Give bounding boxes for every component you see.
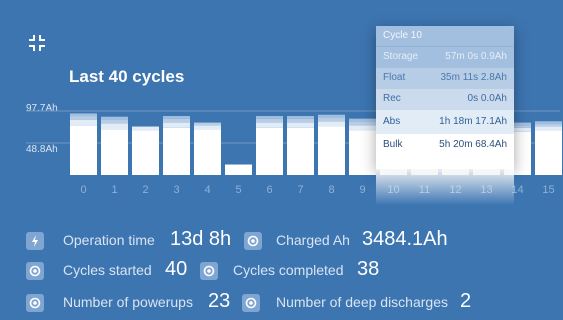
bar-segment-storage	[163, 116, 190, 119]
bar-segment-bulk	[225, 164, 252, 175]
bar-segment-abs	[318, 121, 345, 127]
bar-segment-abs	[132, 126, 159, 131]
bar-segment-float	[535, 123, 562, 127]
bar-segment-float	[349, 121, 376, 126]
bar-segment-storage	[535, 121, 562, 124]
cycles-started-value: 40	[165, 258, 188, 280]
bar-segment-bulk	[349, 130, 376, 175]
bar-segment-bulk	[318, 126, 345, 175]
bar-segment-bulk	[194, 129, 221, 175]
operation-time-value: 13d 8h	[170, 228, 232, 250]
deep-discharges-value: 2	[460, 290, 472, 312]
bar-segment-storage	[256, 116, 283, 119]
x-tick-label: 5	[235, 184, 241, 196]
target-icon	[200, 262, 218, 280]
bar-cycle-1[interactable]	[101, 116, 128, 175]
x-tick-label: 15	[542, 184, 554, 196]
x-tick-label: 9	[359, 184, 365, 196]
x-tick-label: 3	[173, 184, 179, 196]
bar-segment-bulk	[535, 130, 562, 175]
tooltip-value: 5h 20m 68.4Ah	[439, 139, 507, 150]
bar-segment-float	[70, 116, 97, 120]
bar-segment-abs	[256, 122, 283, 128]
bar-segment-abs	[70, 119, 97, 126]
target-icon	[26, 294, 44, 312]
x-tick-label: 0	[80, 184, 86, 196]
bar-segment-float	[101, 119, 128, 124]
bar-segment-float	[256, 118, 283, 123]
bar-segment-float	[287, 118, 314, 123]
bar-segment-float	[318, 117, 345, 122]
cycles-completed-value: 38	[357, 258, 380, 280]
tooltip-title-row: Cycle 10	[376, 26, 514, 46]
cycles-completed-label: Cycles completed	[233, 262, 344, 278]
tooltip-value: 35m 11s 2.8Ah	[440, 72, 507, 83]
tooltip-row-rec: Rec 0s 0.0Ah	[376, 88, 514, 109]
bar-segment-bulk	[101, 129, 128, 175]
bar-segment-abs	[535, 126, 562, 131]
bar-segment-abs	[101, 123, 128, 130]
bar-cycle-2[interactable]	[132, 126, 159, 175]
bar-segment-float	[194, 122, 221, 126]
bar-segment-abs	[163, 122, 190, 128]
bar-segment-abs	[194, 125, 221, 130]
bar-cycle-3[interactable]	[163, 116, 190, 175]
bar-cycle-0[interactable]	[70, 113, 97, 175]
bar-segment-bulk	[70, 125, 97, 175]
tooltip-label: Bulk	[383, 139, 403, 150]
bar-segment-abs	[349, 125, 376, 131]
bar-cycle-8[interactable]	[318, 114, 345, 175]
tooltip-label: Float	[383, 72, 406, 83]
tooltip-row-bulk: Bulk 5h 20m 68.4Ah	[376, 134, 514, 169]
tooltip-label: Storage	[383, 51, 419, 62]
bar-segment-storage	[70, 113, 97, 117]
bar-segment-storage	[349, 118, 376, 122]
tooltip-value: 1h 18m 17.1Ah	[439, 116, 507, 127]
bar-segment-float	[163, 118, 190, 123]
tooltip-label: Abs	[383, 116, 401, 127]
tooltip-row-float: Float 35m 11s 2.8Ah	[376, 67, 514, 88]
x-tick-label: 2	[142, 184, 148, 196]
tooltip-row-storage: Storage 57m 0s 0.9Ah	[376, 46, 514, 67]
charged-ah-label: Charged Ah	[276, 232, 350, 248]
tooltip-fade	[376, 169, 514, 205]
bar-segment-bulk	[287, 127, 314, 175]
deep-discharges-label: Number of deep discharges	[276, 294, 448, 310]
bar-segment-storage	[101, 116, 128, 120]
bar-cycle-15[interactable]	[535, 121, 562, 175]
bar-segment-abs	[287, 122, 314, 128]
target-icon	[26, 262, 44, 280]
x-tick-label: 1	[111, 184, 117, 196]
bar-cycle-6[interactable]	[256, 116, 283, 175]
bar-cycle-5[interactable]	[225, 164, 252, 175]
cycle-tooltip: Cycle 10 Storage 57m 0s 0.9Ah Float 35m …	[376, 26, 514, 205]
x-tick-label: 7	[297, 184, 303, 196]
tooltip-value: 57m 0s 0.9Ah	[445, 51, 507, 62]
lightning-icon	[26, 232, 44, 250]
tooltip-title: Cycle 10	[383, 30, 422, 41]
tooltip-row-abs: Abs 1h 18m 17.1Ah	[376, 109, 514, 134]
number-of-powerups-label: Number of powerups	[63, 294, 193, 310]
bar-segment-storage	[318, 114, 345, 118]
target-icon	[242, 294, 260, 312]
bar-segment-bulk	[132, 130, 159, 175]
charged-ah-value: 3484.1Ah	[362, 228, 448, 250]
bar-cycle-4[interactable]	[194, 122, 221, 175]
tooltip-label: Rec	[383, 93, 401, 104]
x-tick-label: 4	[204, 184, 210, 196]
x-tick-label: 8	[328, 184, 334, 196]
tooltip-value: 0s 0.0Ah	[467, 93, 507, 104]
bar-segment-bulk	[256, 127, 283, 175]
x-tick-label: 6	[266, 184, 272, 196]
cycles-started-label: Cycles started	[63, 262, 152, 278]
number-of-powerups-value: 23	[208, 290, 231, 312]
bar-segment-storage	[287, 116, 314, 119]
operation-time-label: Operation time	[63, 232, 155, 248]
bar-cycle-9[interactable]	[349, 118, 376, 175]
target-icon	[244, 232, 262, 250]
bar-segment-bulk	[163, 127, 190, 175]
bar-cycle-7[interactable]	[287, 116, 314, 175]
